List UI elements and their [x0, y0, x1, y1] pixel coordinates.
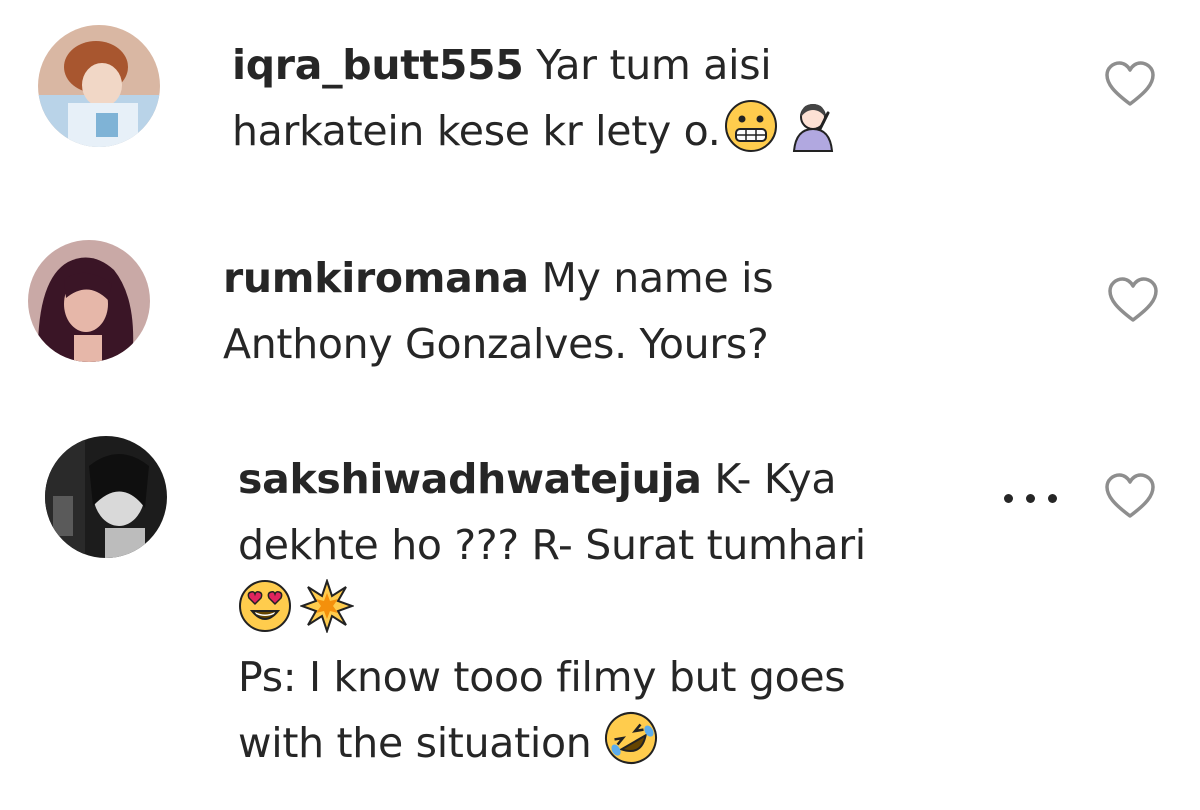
comment-line: Anthony Gonzalves. Yours?	[223, 311, 773, 377]
comment-line: iqra_butt555 Yar tum aisi	[232, 32, 848, 98]
avatar[interactable]	[28, 240, 150, 362]
woman-raising-hand-emoji	[786, 99, 840, 153]
avatar[interactable]	[45, 436, 167, 558]
comment-line: Ps: I know tooo filmy but goes	[238, 644, 866, 710]
comment-item: iqra_butt555 Yar tum aisi harkatein kese…	[0, 0, 1200, 200]
rolling-laughing-emoji	[604, 711, 658, 765]
comment-body: with the situation	[238, 719, 592, 767]
comment-line: sakshiwadhwatejuja K- Kya	[238, 446, 866, 512]
heart-outline-icon[interactable]	[1107, 276, 1159, 324]
comment-text: sakshiwadhwatejuja K- Kya dekhte ho ??? …	[238, 446, 866, 776]
heart-eyes-emoji	[238, 579, 292, 633]
comment-line: harkatein kese kr lety o.	[232, 98, 848, 164]
text-overflow-fade	[930, 512, 970, 578]
heart-outline-icon[interactable]	[1104, 60, 1156, 108]
comment-body: Anthony Gonzalves. Yours?	[223, 320, 769, 368]
avatar[interactable]	[38, 25, 160, 147]
comment-text: rumkiromana My name is Anthony Gonzalves…	[223, 245, 774, 377]
comment-body: Ps: I know tooo filmy but goes	[238, 653, 846, 701]
comment-line: rumkiromana My name is	[223, 245, 774, 311]
grinning-face-emoji	[724, 99, 778, 153]
comment-username[interactable]: sakshiwadhwatejuja	[238, 455, 702, 503]
comment-item: sakshiwadhwatejuja K- Kya dekhte ho ??? …	[0, 410, 1200, 810]
heart-outline-icon[interactable]	[1104, 472, 1156, 520]
comment-body: Yar tum aisi	[536, 41, 772, 89]
comment-body: dekhte ho ??? R- Surat tumhari	[238, 521, 866, 569]
comment-line	[238, 578, 866, 644]
comment-body: harkatein kese kr lety o.	[232, 107, 721, 155]
comment-username[interactable]: rumkiromana	[223, 254, 529, 302]
comment-line: with the situation	[238, 710, 866, 776]
comment-text: iqra_butt555 Yar tum aisi harkatein kese…	[232, 32, 848, 164]
collision-emoji	[300, 579, 354, 633]
comment-line: dekhte ho ??? R- Surat tumhari	[238, 512, 866, 578]
comment-item: rumkiromana My name is Anthony Gonzalves…	[0, 200, 1200, 410]
comment-body: K- Kya	[714, 455, 837, 503]
comment-username[interactable]: iqra_butt555	[232, 41, 524, 89]
more-options-icon[interactable]	[1000, 488, 1062, 508]
comment-body: My name is	[541, 254, 774, 302]
